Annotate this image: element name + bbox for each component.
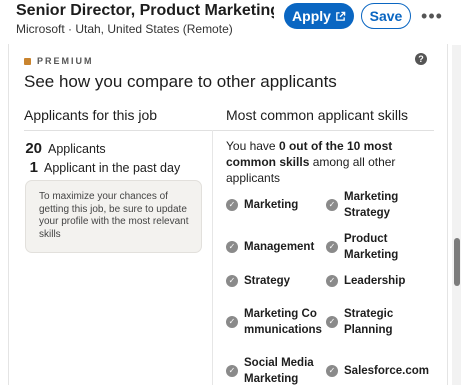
skill-label: Salesforce.com — [344, 364, 430, 377]
check-circle-icon: ✓ — [226, 316, 238, 328]
check-circle-icon: ✓ — [226, 241, 238, 253]
scrollbar-thumb[interactable] — [454, 238, 460, 286]
check-circle-icon: ✓ — [226, 199, 238, 211]
apply-button-label: Apply — [292, 8, 331, 24]
skill-item: ✓ Marketing Communications — [226, 294, 326, 350]
skills-list: ✓ Marketing ✓ Marketing Strategy ✓ Manag… — [226, 184, 436, 385]
applicant-total-count: 20 — [25, 140, 42, 157]
applicant-recent-stat: 1 Applicant in the past day — [20, 159, 181, 176]
skill-label: Marketing Communications — [244, 307, 322, 336]
skill-label: Marketing Strategy — [344, 190, 399, 219]
applicant-total-label: Applicants — [48, 142, 106, 156]
skills-heading: Most common applicant skills — [226, 107, 409, 123]
apply-button[interactable]: Apply — [284, 3, 354, 29]
skill-item: ✓ Strategy — [226, 268, 326, 294]
job-header: Senior Director, Product Marketing, Mark… — [0, 0, 465, 44]
check-circle-icon: ✓ — [326, 241, 338, 253]
check-circle-icon: ✓ — [326, 316, 338, 328]
skill-label: Product Marketing — [344, 232, 399, 261]
skill-item: ✓ Strategic Planning — [326, 294, 430, 350]
skill-item: ✓ Marketing Strategy — [326, 184, 430, 226]
check-circle-icon: ✓ — [226, 365, 238, 377]
applicant-insights-card: PREMIUM ? See how you compare to other a… — [8, 44, 448, 385]
skill-label: Strategy — [244, 274, 291, 287]
check-circle-icon: ✓ — [326, 365, 338, 377]
section-divider — [24, 130, 434, 131]
profile-tip: To maximize your chances of getting this… — [25, 180, 202, 253]
applicants-heading: Applicants for this job — [24, 107, 158, 123]
external-link-icon — [336, 11, 346, 21]
skill-label: Social Media Marketing — [244, 356, 314, 385]
skill-item: ✓ Product Marketing — [326, 226, 430, 268]
skills-comparison-text: You have 0 out of the 10 most common ski… — [226, 138, 431, 187]
check-circle-icon: ✓ — [226, 275, 238, 287]
check-circle-icon: ✓ — [326, 199, 338, 211]
skill-item: ✓ Management — [226, 226, 326, 268]
skill-item: ✓ Social Media Marketing — [226, 350, 326, 385]
premium-icon — [24, 57, 31, 65]
skill-item: ✓ Leadership — [326, 268, 430, 294]
job-meta: Microsoft · Utah, United States (Remote) — [16, 22, 233, 36]
job-title[interactable]: Senior Director, Product Marketing, Mark… — [16, 2, 274, 20]
skill-label: Management — [244, 240, 315, 253]
applicant-total-stat: 20 Applicants — [24, 140, 106, 157]
skill-label: Strategic Planning — [344, 307, 394, 336]
skill-label: Leadership — [344, 274, 406, 287]
premium-badge: PREMIUM — [24, 56, 94, 66]
skill-item: ✓ Salesforce.com — [326, 350, 430, 385]
scrollbar-track[interactable] — [452, 45, 461, 385]
applicant-recent-label: Applicant in the past day — [44, 161, 181, 175]
skill-item: ✓ Marketing — [226, 184, 326, 226]
compare-prefix: You have — [226, 139, 279, 153]
skill-label: Marketing — [244, 198, 299, 211]
save-button[interactable]: Save — [361, 3, 411, 29]
more-options-button[interactable]: ••• — [420, 6, 444, 26]
check-circle-icon: ✓ — [326, 275, 338, 287]
premium-label: PREMIUM — [37, 56, 94, 66]
column-divider — [212, 130, 213, 385]
applicant-recent-count: 1 — [29, 159, 38, 176]
section-title: See how you compare to other applicants — [24, 72, 337, 91]
help-icon[interactable]: ? — [415, 53, 427, 65]
